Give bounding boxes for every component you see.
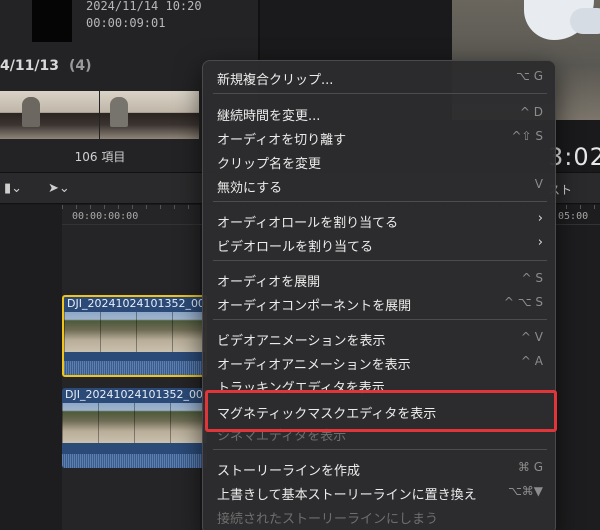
shortcut: ^ A [520,354,543,368]
timeline-clip[interactable]: DJI_20241024101352_001 [62,388,207,468]
clip-title: DJI_20241024101352_001 [67,297,207,310]
timeline-clip-selected[interactable]: DJI_20241024101352_001 [62,295,207,377]
menu-item-collapse-to-connected-storyline: 接続されたストーリーラインにしまう [217,512,439,527]
menu-item-assign-audio-role[interactable]: オーディオロールを割り当てる › [203,208,557,232]
clip-frames [64,312,205,352]
date-group-count: (4) [68,58,92,74]
clip-frames [62,403,207,443]
menu-item-new-compound-clip[interactable]: 新規複合クリップ... ⌥ G [203,65,557,89]
select-tool-icon[interactable]: ➤⌄ [48,181,70,196]
menu-item-change-duration[interactable]: 継続時間を変更... ^ D [203,101,557,125]
clip-filmstrip[interactable] [0,91,200,139]
menu-separator [213,201,547,202]
clip-duration: 00:00:09:01 [86,16,166,30]
clip-thumbnail[interactable] [32,0,72,42]
context-menu: 新規複合クリップ... ⌥ G 継続時間を変更... ^ D オーディオを切り離… [202,60,556,530]
clip-title: DJI_20241024101352_001 [65,388,207,401]
shortcut: ⌥ G [516,69,543,83]
menu-item-overwrite-to-primary-storyline[interactable]: 上書きして基本ストーリーラインに置き換え ⌥⌘▼ [203,480,557,504]
menu-item-disable[interactable]: 無効にする V [203,173,557,197]
menu-separator [213,449,547,450]
shortcut: ^ S [521,271,544,285]
shortcut: ⌥⌘▼ [507,484,543,498]
menu-item-expand-audio-components[interactable]: オーディオコンポーネントを展開 ^ ⌥ S [203,291,557,315]
ruler-label-start: 00:00:00:00 [72,211,139,222]
clip-audio-waveform [62,454,207,468]
menu-item-show-video-animation[interactable]: ビデオアニメーションを表示 ^ V [203,326,557,350]
menu-item-show-audio-animation[interactable]: オーディオアニメーションを表示 ^ A [203,350,557,374]
menu-item-create-storyline[interactable]: ストーリーラインを作成 ⌘ G [203,456,557,480]
filmstrip-frame [100,91,199,139]
shortcut: V [534,177,543,191]
clip-audio-waveform [64,361,205,375]
clip-appearance-icon[interactable]: ▮⌄ [4,181,22,196]
menu-separator [213,93,547,94]
menu-item-rename-clip[interactable]: クリップ名を変更 [203,149,557,173]
menu-item-detach-audio[interactable]: オーディオを切り離す ^⇧ S [203,125,557,149]
shortcut: ^⇧ S [511,129,543,143]
shortcut: ^ ⌥ S [503,295,543,309]
shortcut: ^ D [519,105,543,119]
date-group-heading: 4/11/13 (4) [0,58,91,74]
menu-separator [213,260,547,261]
highlight-annotation [205,390,557,432]
submenu-arrow-icon: › [537,235,543,250]
menu-item-expand-audio[interactable]: オーディオを展開 ^ S [203,267,557,291]
shortcut: ^ V [520,330,543,344]
submenu-arrow-icon: › [537,211,543,226]
clip-metadata: 2024/11/14 10:20 00:00:09:01 [86,0,202,32]
clip-date: 2024/11/14 10:20 [86,0,202,13]
item-count: 106 項目 [74,150,126,164]
menu-separator [213,319,547,320]
filmstrip-frame [0,91,99,139]
menu-item-assign-video-role[interactable]: ビデオロールを割り当てる › [203,232,557,256]
date-group-label: 4/11/13 [0,58,59,74]
shortcut: ⌘ G [517,460,543,474]
ruler-label-end: :05:00 [552,211,589,222]
